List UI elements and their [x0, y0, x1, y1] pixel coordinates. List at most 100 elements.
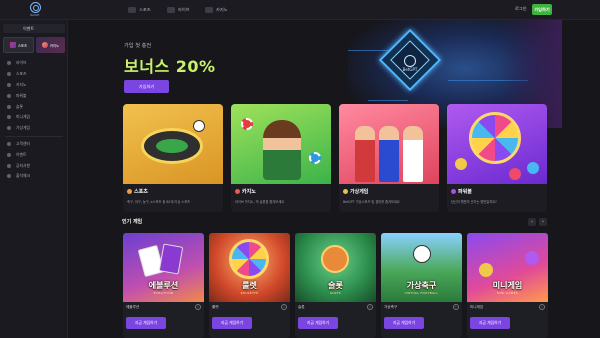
sidebar-item-support[interactable]: 고객센터 [0, 139, 68, 150]
nav-casino[interactable]: 카지노 [205, 4, 228, 16]
powerball-icon [7, 93, 11, 98]
cards-icon [7, 82, 11, 87]
play-now-button[interactable]: 지금 게임하기 [470, 317, 510, 329]
sidebar-item-virtual[interactable]: 가상게임 [0, 123, 68, 134]
category-title-text: 파워볼 [458, 189, 472, 195]
casino-art [231, 104, 331, 184]
sidebar-item-minigame[interactable]: 미니게임 [0, 112, 68, 123]
game-name: 에볼루션 [126, 305, 140, 309]
sidebar-tab-sports[interactable]: 스포츠 [3, 37, 34, 53]
ball-icon [455, 158, 467, 170]
sidebar-menu: 라이브 스포츠 카지노 파워볼 슬롯 미니게임 가상게임 고객센터 이벤트 공지… [0, 58, 68, 182]
sidebar-item-attendance[interactable]: 출석체크 [0, 171, 68, 182]
sports-art [123, 104, 223, 184]
sidebar-item-notice[interactable]: 공지사항 [0, 160, 68, 171]
game-art-sub: MINI GAMES [496, 291, 519, 295]
game-name: 미니게임 [470, 305, 484, 309]
sidebar-item-casino[interactable]: 카지노 [0, 80, 68, 91]
powerball-wheel-icon [469, 112, 521, 164]
sidebar-item-label: 공지사항 [16, 162, 30, 168]
site-logo[interactable]: BetGPT [28, 2, 42, 18]
monkey-icon [321, 245, 349, 273]
sidebar-divider [5, 135, 63, 137]
carousel-prev-button[interactable]: ‹ [528, 218, 536, 226]
category-card-casino[interactable]: 카지노 라이브 카지노, 빅 슬롯을 즐겨보세요 [231, 104, 331, 212]
category-card-sports[interactable]: 스포츠 축구, 야구, 농구, e스포츠 등 80개 이상 스포츠 [123, 104, 223, 212]
notice-icon [7, 163, 11, 168]
game-card[interactable]: 슬롯 SLOTS 슬롯 i 지금 게임하기 [295, 233, 376, 338]
play-now-button[interactable]: 지금 게임하기 [298, 317, 338, 329]
lotto-ball-icon [525, 251, 539, 265]
sidebar-event-item[interactable]: 이벤트 [3, 24, 65, 33]
category-footer: 파워볼 당신의 행운의 숫자는 몇번일까요? [447, 184, 547, 212]
live-icon [7, 61, 11, 66]
sidebar-item-label: 슬롯 [16, 103, 23, 109]
virtual-category-icon [343, 189, 348, 194]
sidebar-item-live[interactable]: 라이브 [0, 58, 68, 69]
category-footer: 스포츠 축구, 야구, 농구, e스포츠 등 80개 이상 스포츠 [123, 184, 223, 212]
nav-sports[interactable]: 스포츠 [128, 4, 151, 16]
soccer-ball-icon [413, 245, 431, 263]
info-icon[interactable]: i [195, 304, 201, 310]
sidebar-tab-casino[interactable]: 카지노 [36, 37, 65, 53]
play-now-button[interactable]: 지금 게임하기 [384, 317, 424, 329]
game-card[interactable]: 가상축구 VIRTUAL FOOTBALL 가상축구 i 지금 게임하기 [381, 233, 462, 338]
card-icon [158, 243, 184, 275]
logo-icon [29, 2, 41, 13]
powerball-art [447, 104, 547, 184]
sidebar-item-slots[interactable]: 슬롯 [0, 101, 68, 112]
nav-sports-label: 스포츠 [139, 7, 151, 12]
signup-button[interactable]: 가입하기 [532, 4, 552, 15]
category-title: 가상게임 [343, 188, 435, 195]
game-card[interactable]: 에볼루션 EVOLUTION 에볼루션 i 지금 게임하기 [123, 233, 204, 338]
slot-icon [7, 104, 11, 109]
game-card[interactable]: 룰렛 ROULETTE 룰렛 i 지금 게임하기 [209, 233, 290, 338]
sidebar-tab-casino-label: 카지노 [49, 43, 60, 48]
virtual-art [339, 104, 439, 184]
game-art-label: 미니게임 [492, 281, 523, 290]
category-title: 카지노 [235, 188, 327, 195]
sidebar-item-label: 카지노 [16, 81, 27, 87]
gift-icon [7, 152, 11, 157]
category-desc: 축구, 야구, 농구, e스포츠 등 80개 이상 스포츠 [127, 200, 191, 204]
category-desc: BetGPT 가상스포츠 및 경마를 즐겨보세요 [343, 200, 400, 204]
player-figure [379, 126, 399, 182]
sidebar-item-powerball[interactable]: 파워볼 [0, 90, 68, 101]
dealer-figure [263, 120, 301, 180]
hero-signup-button[interactable]: 가입하기 [124, 80, 169, 93]
sports-category-icon [127, 189, 132, 194]
lotto-ball-icon [479, 263, 493, 277]
sidebar-item-sports[interactable]: 스포츠 [0, 69, 68, 80]
info-icon[interactable]: i [453, 304, 459, 310]
ball-icon [527, 162, 539, 174]
sidebar-tab-sports-label: 스포츠 [17, 43, 28, 48]
hero-subtitle: 가입 첫 충전 [124, 43, 152, 49]
casino-tab-icon [41, 42, 48, 48]
sidebar-item-label: 스포츠 [16, 71, 27, 77]
play-now-button[interactable]: 지금 게임하기 [212, 317, 252, 329]
play-now-button[interactable]: 지금 게임하기 [126, 317, 166, 329]
game-art-label: 가상축구 [406, 281, 437, 290]
info-icon[interactable]: i [539, 304, 545, 310]
game-name: 슬롯 [298, 305, 305, 309]
category-card-powerball[interactable]: 파워볼 당신의 행운의 숫자는 몇번일까요? [447, 104, 547, 212]
info-icon[interactable]: i [281, 304, 287, 310]
carousel-next-button[interactable]: › [539, 218, 547, 226]
login-button[interactable]: 로그인 [515, 6, 527, 12]
nav-live[interactable]: 라이브 [167, 4, 190, 16]
game-card[interactable]: 미니게임 MINI GAMES 미니게임 i 지금 게임하기 [467, 233, 548, 338]
sidebar-item-label: 고객센터 [16, 140, 30, 146]
game-name: 룰렛 [212, 305, 219, 309]
player-figure [355, 126, 375, 182]
category-desc: 당신의 행운의 숫자는 몇번일까요? [451, 200, 497, 204]
sidebar-item-label: 이벤트 [16, 151, 27, 157]
sidebar-item-events[interactable]: 이벤트 [0, 149, 68, 160]
calendar-icon [7, 174, 11, 179]
info-icon[interactable]: i [367, 304, 373, 310]
hero-title: 보너스 20% [124, 57, 216, 76]
sidebar-item-label: 파워볼 [16, 92, 27, 98]
casino-category-icon [235, 189, 240, 194]
game-art-sub: ROULETTE [240, 291, 259, 295]
category-card-virtual[interactable]: 가상게임 BetGPT 가상스포츠 및 경마를 즐겨보세요 [339, 104, 439, 212]
category-desc: 라이브 카지노, 빅 슬롯을 즐겨보세요 [235, 200, 285, 204]
